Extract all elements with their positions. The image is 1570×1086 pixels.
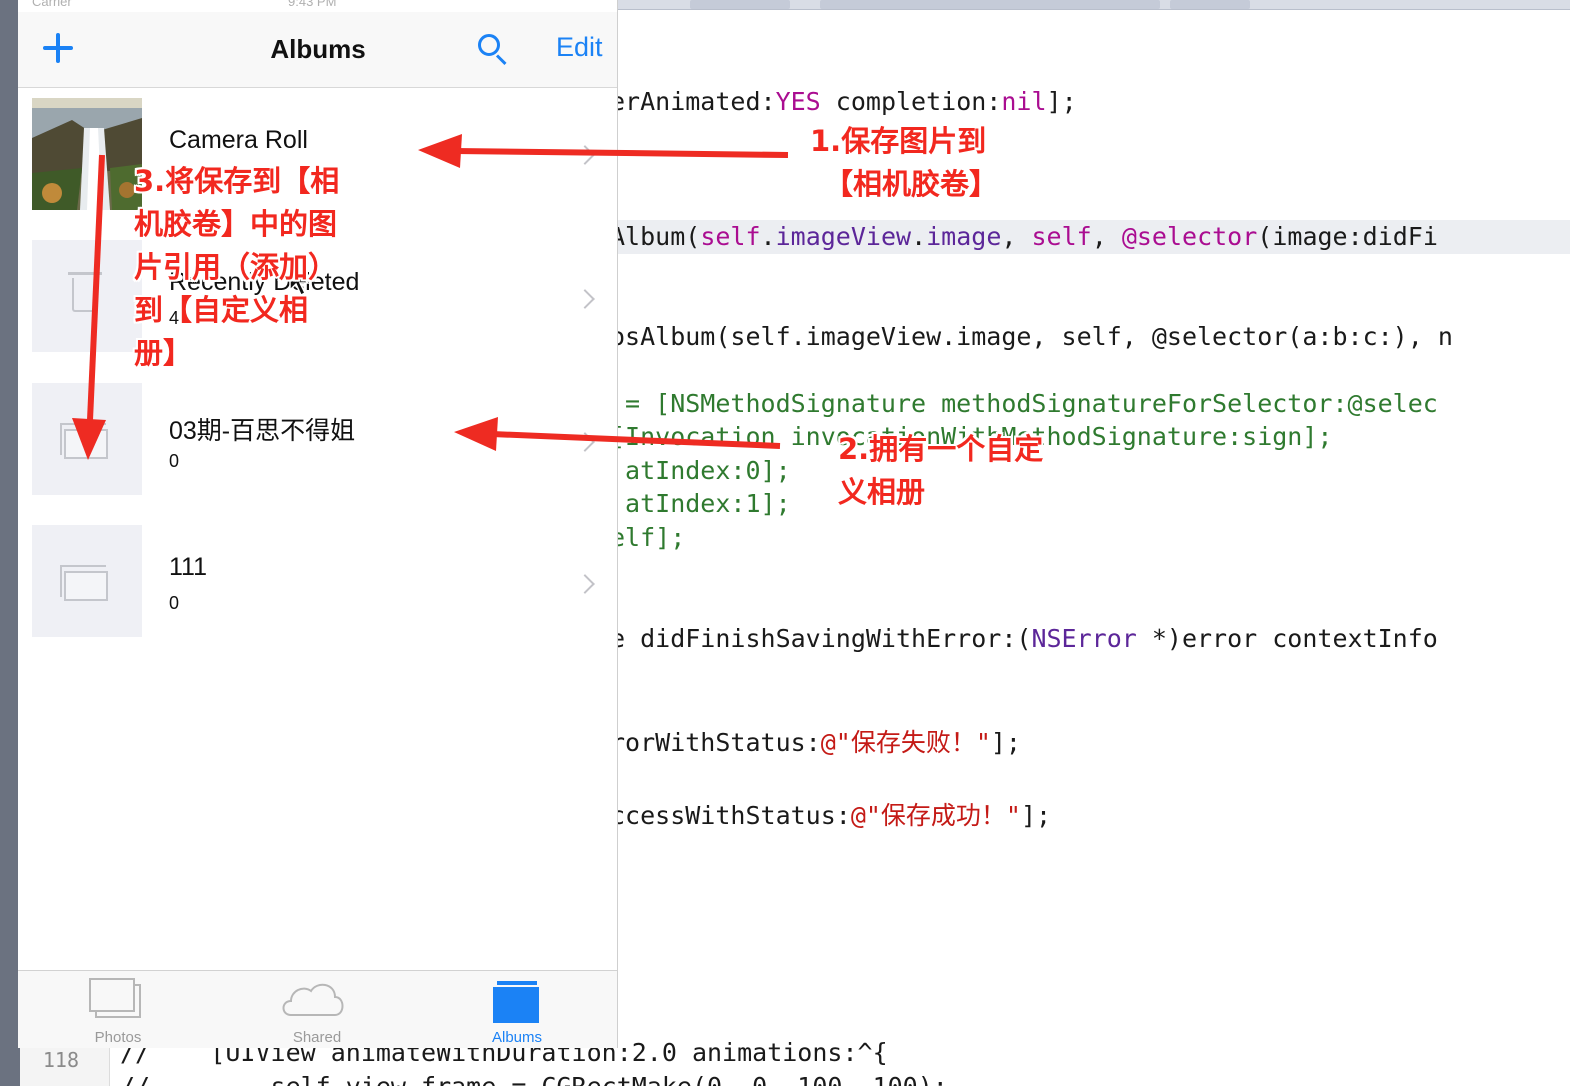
annotation-step-1: 1.保存图片到 【相机胶卷】 [810, 120, 998, 206]
annotation-step-2: 2.拥有一个自定 义相册 [838, 428, 1043, 514]
annotation-line: 1.保存图片到 [810, 124, 987, 158]
arrow-3 [72, 154, 106, 460]
annotation-line: 片引用（添加） [134, 250, 338, 284]
annotation-line: 义相册 [838, 475, 926, 509]
annotation-line: 册】 [134, 336, 193, 370]
annotation-line: 【相机胶卷】 [824, 167, 999, 201]
annotation-step-3: 3.将保存到【相 机胶卷】中的图 片引用（添加） 到【自定义相 册】 [134, 160, 339, 375]
annotation-line: 2.拥有一个自定 [838, 432, 1044, 466]
arrow-1 [418, 134, 789, 168]
annotation-line: 3.将保存到【相 [134, 164, 340, 198]
annotation-line: 到【自定义相 [134, 293, 309, 327]
annotation-line: 机胶卷】中的图 [134, 207, 338, 241]
arrow-2 [454, 417, 781, 451]
